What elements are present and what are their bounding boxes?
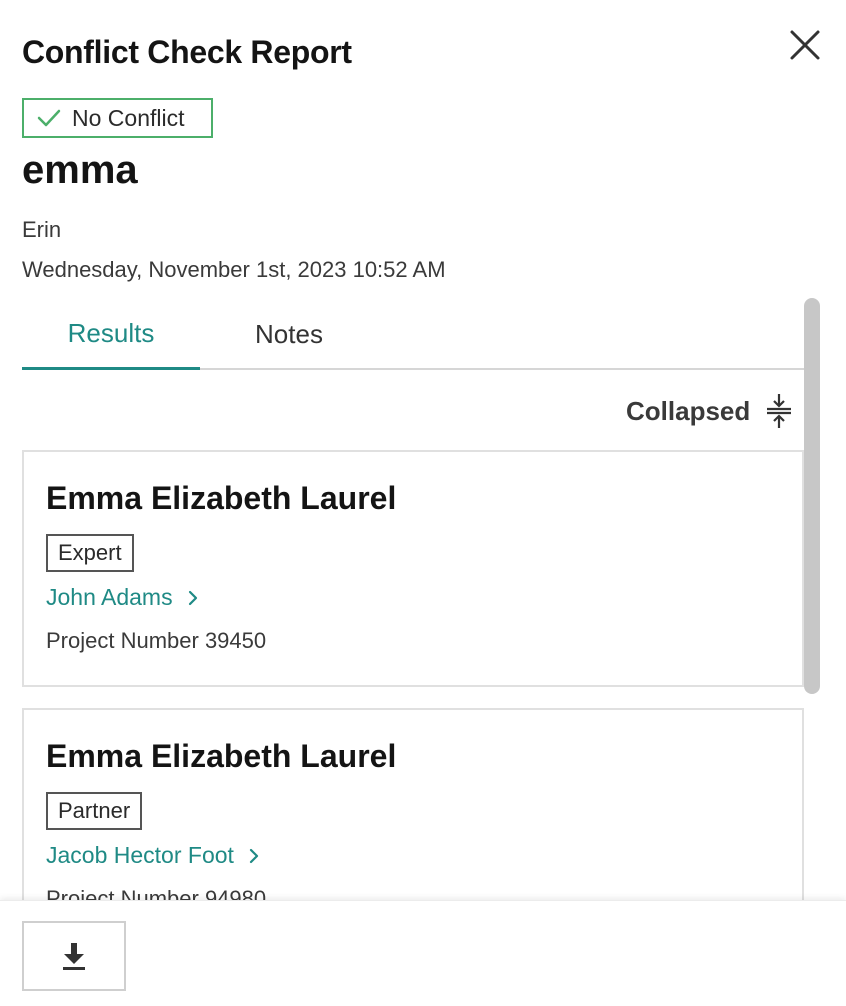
results-list: Collapsed Emma Elizabeth Laurel Expert J… (0, 370, 846, 900)
result-name: Emma Elizabeth Laurel (46, 480, 397, 516)
chevron-right-icon (249, 848, 259, 863)
status-label: No Conflict (72, 104, 185, 131)
status-badge: No Conflict (22, 98, 213, 138)
footer-bar (0, 900, 846, 1006)
tab-notes[interactable]: Notes (200, 300, 378, 368)
contact-link[interactable]: John Adams (46, 584, 199, 611)
contact-name: John Adams (46, 584, 173, 610)
download-icon (63, 943, 85, 970)
project-number: Project Number 94980 (46, 886, 267, 900)
close-button[interactable] (784, 24, 826, 66)
close-icon[interactable] (784, 24, 826, 66)
page-title: Conflict Check Report (22, 34, 352, 70)
chevron-right-icon (188, 590, 197, 605)
check-icon (37, 109, 61, 127)
result-card: Emma Elizabeth Laurel Expert John Adams … (22, 450, 804, 687)
collapse-toggle[interactable]: Collapsed (626, 390, 794, 432)
contact-link[interactable]: Jacob Hector Foot (46, 842, 260, 869)
download-button[interactable] (22, 921, 126, 991)
role-badge: Expert (46, 534, 134, 572)
report-datetime: Wednesday, November 1st, 2023 10:52 AM (22, 257, 446, 282)
collapse-toggle-label: Collapsed (626, 395, 751, 426)
tab-results[interactable]: Results (22, 300, 200, 370)
role-badge: Partner (46, 792, 143, 830)
result-name: Emma Elizabeth Laurel (46, 738, 397, 774)
result-card: Emma Elizabeth Laurel Partner Jacob Hect… (22, 708, 804, 900)
tab-bar: Results Notes (22, 300, 804, 370)
requesting-user: Erin (22, 217, 62, 242)
project-number: Project Number 39450 (46, 628, 267, 653)
scrollbar-thumb[interactable] (804, 298, 820, 694)
collapse-icon (767, 394, 792, 428)
conflict-check-panel: Conflict Check Report No Conflict emma E… (0, 0, 846, 1006)
search-query: emma (22, 148, 138, 192)
contact-name: Jacob Hector Foot (46, 842, 234, 868)
